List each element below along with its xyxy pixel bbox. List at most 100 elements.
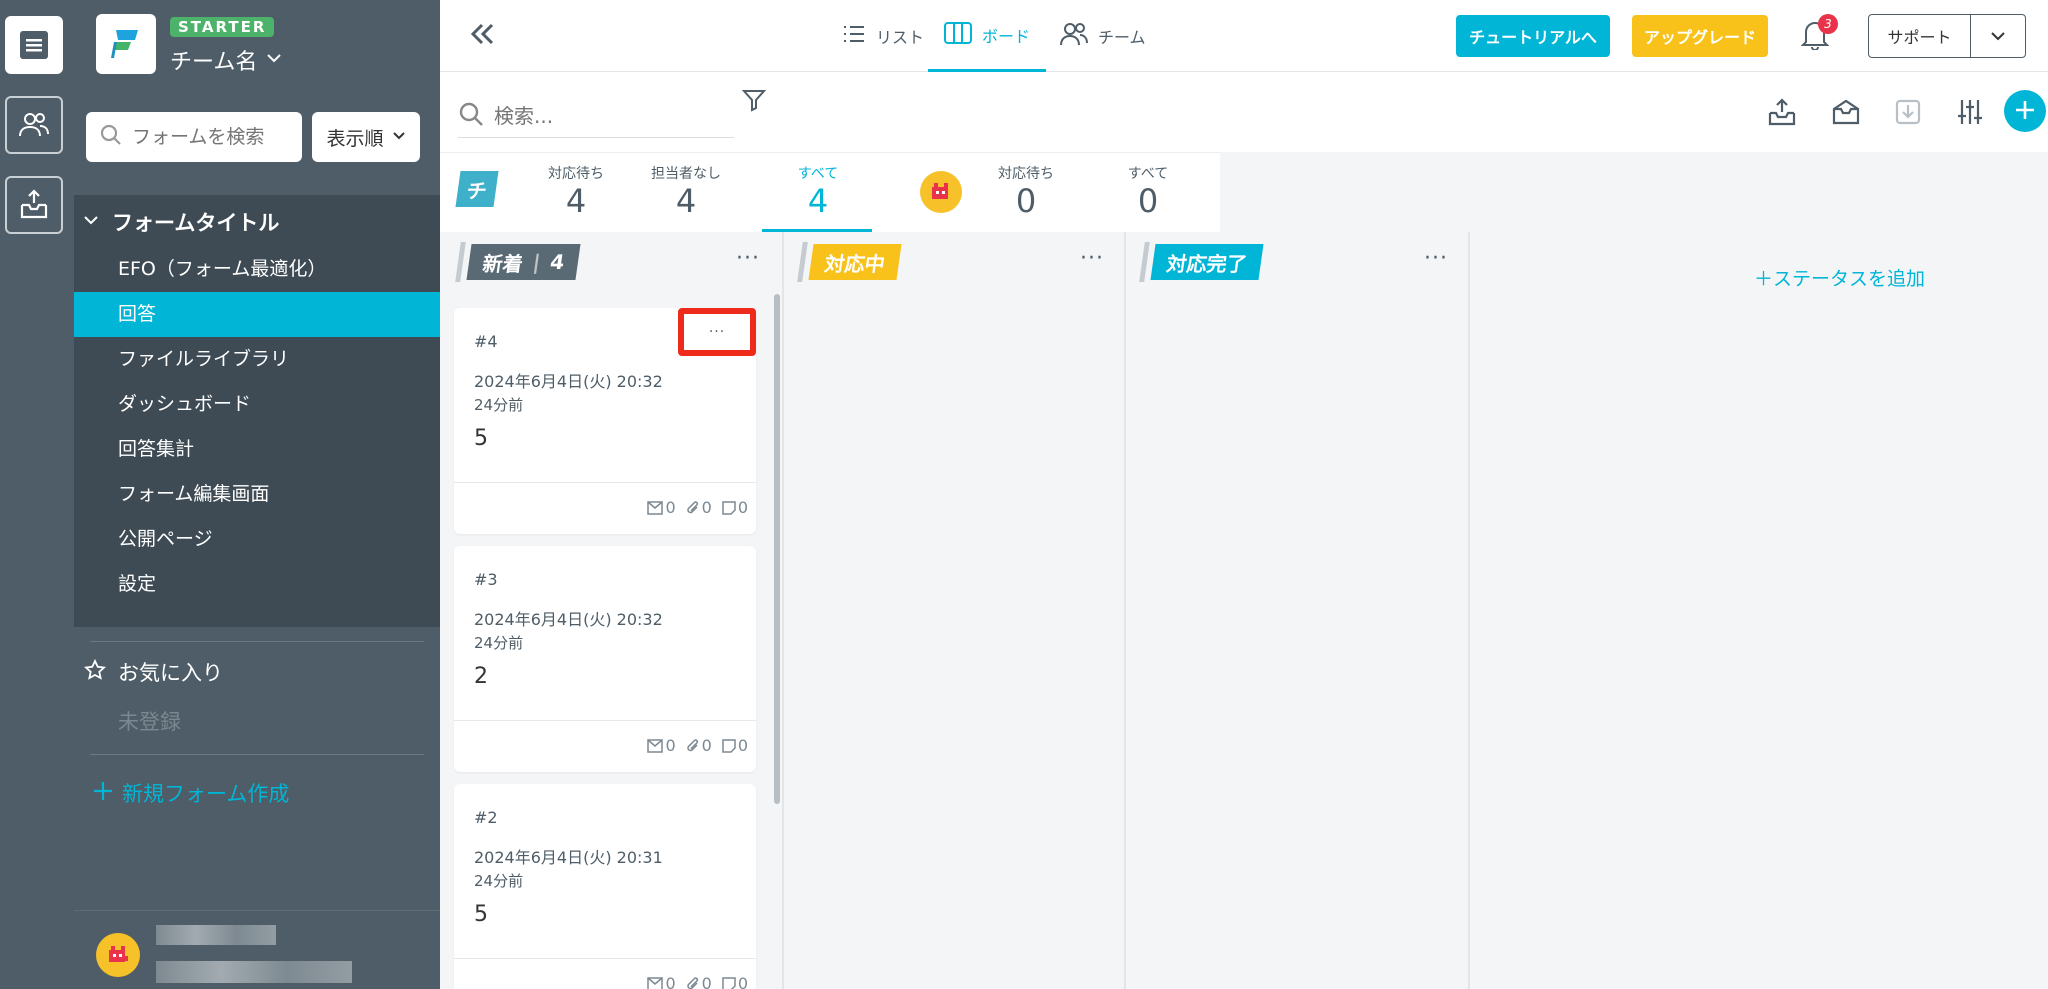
stat-label: すべて — [797, 166, 839, 182]
card-divider — [454, 958, 756, 959]
tutorial-button[interactable]: チュートリアルへ — [1456, 15, 1610, 57]
nav-item-efo[interactable]: EFO（フォーム最適化） — [74, 247, 440, 292]
add-status-button[interactable]: ＋ステータスを追加 — [1754, 264, 1925, 291]
card-meta: 0 0 0 — [647, 974, 748, 989]
stat-user-all[interactable]: すべて 0 — [1098, 163, 1198, 219]
column-accent — [1139, 242, 1150, 282]
response-search-input[interactable] — [494, 103, 714, 128]
stat-label: 対応待ち — [998, 166, 1054, 182]
new-form-button[interactable]: 新規フォーム作成 — [92, 778, 289, 808]
nav-item-file-library[interactable]: ファイルライブラリ — [74, 337, 440, 382]
inbox-icon[interactable] — [5, 176, 63, 234]
user-profile[interactable] — [74, 910, 440, 989]
stat-team-all[interactable]: すべて 4 — [768, 163, 868, 219]
card-divider — [454, 482, 756, 483]
notification-count-badge: 3 — [1818, 14, 1838, 34]
stat-user-pending[interactable]: 対応待ち 0 — [976, 163, 1076, 219]
status-name: 対応中 — [823, 251, 887, 276]
card-meta: 0 0 0 — [647, 498, 748, 517]
new-form-label: 新規フォーム作成 — [122, 782, 290, 806]
stat-label: すべて — [1127, 166, 1169, 182]
filter-icon[interactable] — [741, 88, 767, 116]
list-icon — [842, 24, 866, 48]
add-response-button[interactable] — [2004, 90, 2046, 132]
card-date: 2024年6月4日(火) 20:32 — [474, 610, 663, 629]
form-nav: フォームタイトル EFO（フォーム最適化） 回答 ファイルライブラリ ダッシュボ… — [74, 195, 440, 627]
divider — [90, 641, 424, 642]
collapse-sidebar-icon[interactable] — [468, 18, 498, 58]
status-name: 対応完了 — [1165, 251, 1249, 276]
stat-team-unassigned[interactable]: 担当者なし 4 — [636, 163, 736, 219]
chevron-down-icon[interactable] — [1971, 15, 2025, 57]
response-search[interactable] — [458, 94, 734, 138]
response-card[interactable]: #2 2024年6月4日(火) 20:31 24分前 5 0 0 0 — [454, 784, 756, 989]
tab-board[interactable]: ボード — [928, 0, 1047, 72]
stat-value: 4 — [675, 182, 697, 220]
column-menu-icon[interactable]: ··· — [1080, 246, 1104, 271]
card-divider — [454, 720, 756, 721]
card-value: 5 — [474, 426, 488, 451]
blurred-user-email — [156, 961, 352, 983]
stat-label: 担当者なし — [651, 166, 721, 182]
response-card[interactable]: #3 2024年6月4日(火) 20:32 24分前 2 0 0 0 — [454, 546, 756, 772]
mail-count: 0 — [647, 498, 676, 517]
nav-item-form-editor[interactable]: フォーム編集画面 — [74, 472, 440, 517]
support-dropdown[interactable]: サポート — [1868, 14, 2026, 58]
separator: | — [531, 250, 542, 274]
notifications-button[interactable]: 3 — [1800, 14, 1838, 54]
team-logo[interactable] — [96, 14, 156, 74]
stat-value: 4 — [565, 182, 587, 220]
tab-board-label: ボード — [982, 26, 1031, 46]
nav-item-summary[interactable]: 回答集計 — [74, 427, 440, 472]
card-date: 2024年6月4日(火) 20:32 — [474, 372, 663, 391]
form-title-toggle[interactable]: フォームタイトル — [82, 207, 279, 237]
form-search[interactable] — [86, 112, 302, 162]
favorites-header: お気に入り — [83, 657, 223, 687]
attachment-count: 0 — [686, 498, 712, 517]
column-header-new[interactable]: 新着 | 4 — [455, 242, 581, 282]
form-search-input[interactable] — [132, 126, 292, 148]
nav-item-public-page[interactable]: 公開ページ — [74, 517, 440, 562]
note-count: 0 — [722, 974, 748, 989]
column-menu-icon[interactable]: ··· — [1424, 246, 1448, 271]
card-number: #2 — [474, 808, 498, 827]
team-switcher[interactable]: チーム名 — [170, 44, 283, 76]
card-meta: 0 0 0 — [647, 736, 748, 755]
top-header: リスト ボード チーム チュートリアルへ アップグレード 3 サポート — [440, 0, 2048, 72]
nav-item-settings[interactable]: 設定 — [74, 562, 440, 607]
export-icon[interactable] — [1762, 92, 1802, 132]
favorites-label: お気に入り — [118, 661, 223, 685]
nav-item-responses[interactable]: 回答 — [74, 292, 440, 337]
column-menu-icon[interactable]: ··· — [736, 246, 760, 271]
download-icon[interactable] — [1888, 92, 1928, 132]
mail-count: 0 — [647, 736, 676, 755]
mail-open-icon[interactable] — [1826, 92, 1866, 132]
sort-dropdown[interactable]: 表示順 — [312, 112, 420, 162]
stat-label: 対応待ち — [548, 166, 604, 182]
column-scrollbar[interactable] — [774, 294, 780, 804]
nav-item-dashboard[interactable]: ダッシュボード — [74, 382, 440, 427]
tab-list[interactable]: リスト — [826, 0, 940, 72]
team-icon[interactable] — [5, 96, 63, 154]
search-icon — [100, 124, 122, 150]
settings-sliders-icon[interactable] — [1950, 92, 1990, 132]
stat-team-pending[interactable]: 対応待ち 4 — [526, 163, 626, 219]
response-card[interactable]: #4 2024年6月4日(火) 20:32 24分前 5 0 0 0 ··· — [454, 308, 756, 534]
upgrade-button[interactable]: アップグレード — [1632, 15, 1768, 57]
divider — [90, 754, 424, 755]
plus-icon — [92, 780, 114, 807]
card-number: #3 — [474, 570, 498, 589]
tab-team[interactable]: チーム — [1044, 0, 1162, 72]
favorites-empty: 未登録 — [118, 710, 181, 734]
kanban-board: 新着 | 4 ··· 対応中 ··· 対応完了 ··· ＋ステータスを追加 #4… — [440, 232, 2048, 989]
column-accent — [797, 242, 808, 282]
status-tag-new: 新着 | 4 — [466, 244, 581, 280]
forms-icon[interactable] — [5, 16, 63, 74]
app-rail — [0, 0, 74, 989]
card-menu-button[interactable]: ··· — [678, 308, 756, 356]
column-header-in-progress[interactable]: 対応中 — [797, 242, 902, 282]
support-label: サポート — [1869, 15, 1971, 57]
column-header-done[interactable]: 対応完了 — [1139, 242, 1264, 282]
stat-value: 4 — [807, 182, 829, 220]
form-title: フォームタイトル — [112, 211, 280, 235]
